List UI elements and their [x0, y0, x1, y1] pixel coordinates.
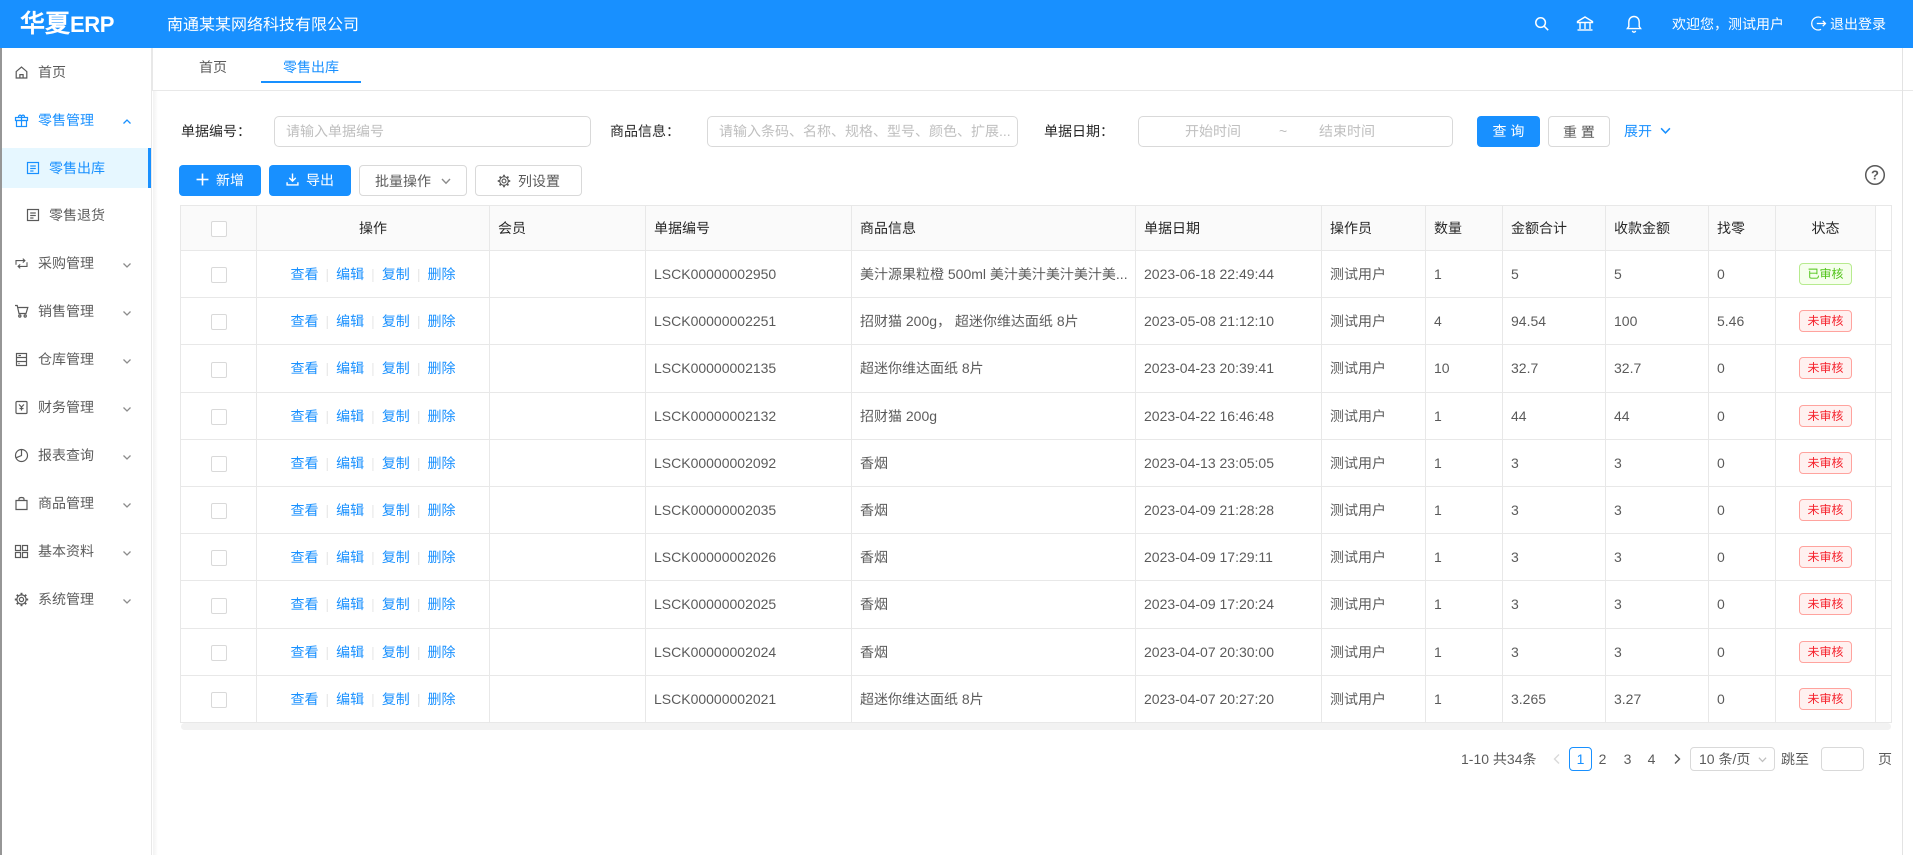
- svg-text:?: ?: [1871, 168, 1879, 183]
